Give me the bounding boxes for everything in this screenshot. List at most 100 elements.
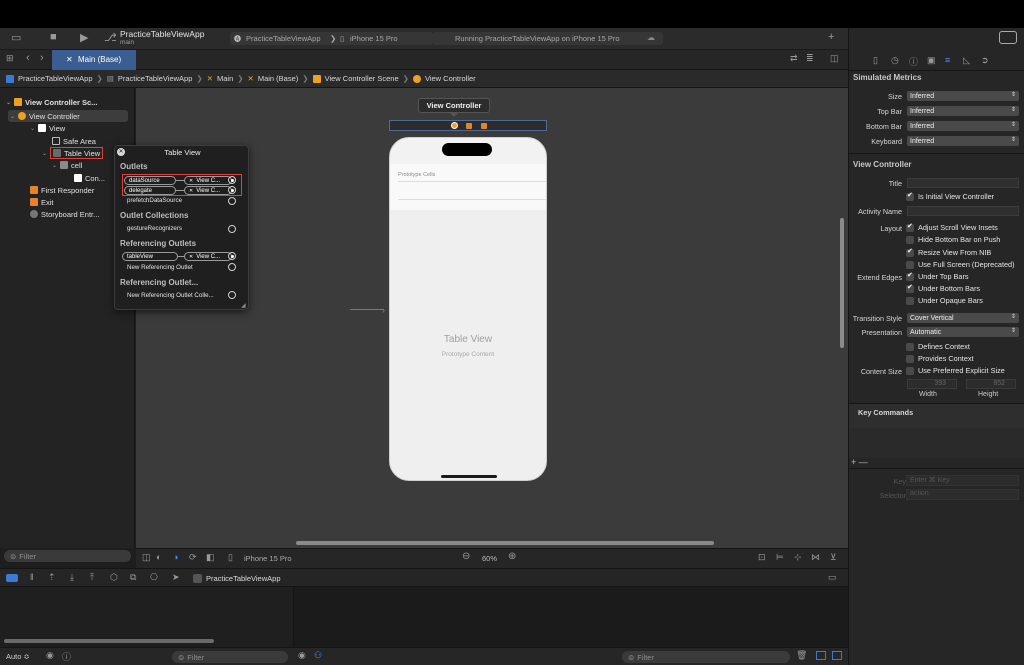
info-icon[interactable]: ⓘ <box>62 650 71 663</box>
split-right-icon[interactable] <box>832 651 842 660</box>
split-left-icon[interactable] <box>816 651 826 660</box>
tab-main-base[interactable]: ✕ Main (Base) <box>52 50 136 70</box>
key-commands-list[interactable] <box>849 428 1024 458</box>
title-field[interactable] <box>907 178 1019 188</box>
outline-item-storyboard-entry[interactable]: Storyboard Entr... <box>30 208 99 220</box>
first-responder-icon[interactable] <box>466 123 472 129</box>
chevron-down-icon[interactable]: ⌄ <box>52 162 57 169</box>
view-hierarchy-icon[interactable]: ⧉ <box>130 572 136 583</box>
connection-dot[interactable] <box>228 291 236 299</box>
connection-dot[interactable] <box>228 225 236 233</box>
preferred-size-checkbox[interactable]: Use Preferred Explicit Size <box>906 366 1005 375</box>
phone-icon[interactable]: ▯ <box>228 552 233 563</box>
under-top-bars-checkbox[interactable]: Under Top Bars <box>906 271 969 281</box>
outline-item-first-responder[interactable]: First Responder <box>30 184 94 196</box>
outline-item-cell[interactable]: ⌄ cell <box>52 159 82 171</box>
console-view[interactable] <box>293 587 848 647</box>
eye-icon[interactable]: ◉ <box>298 650 306 661</box>
top-bar-select[interactable]: Inferred ⇕ <box>907 106 1019 116</box>
vertical-scrollbar[interactable] <box>840 218 844 348</box>
horizontal-scrollbar[interactable] <box>4 639 214 643</box>
history-icon[interactable]: ◷ <box>891 55 899 66</box>
checkbox-unchecked[interactable] <box>906 296 914 305</box>
outline-item-view-controller[interactable]: ⌄ View Controller <box>8 110 128 122</box>
activity-name-field[interactable] <box>907 206 1019 216</box>
checkbox-unchecked[interactable] <box>906 235 914 244</box>
breadcrumb-folder[interactable]: PracticeTableViewApp <box>118 74 193 83</box>
checkbox-unchecked[interactable] <box>906 260 914 269</box>
full-screen-checkbox[interactable]: Use Full Screen (Deprecated) <box>906 260 1015 269</box>
step-over-icon[interactable]: ⤓ <box>70 572 74 583</box>
defines-context-checkbox[interactable]: Defines Context <box>906 342 970 351</box>
checkbox-unchecked[interactable] <box>906 354 914 363</box>
close-icon[interactable]: ✕ <box>66 55 73 64</box>
table-view[interactable] <box>390 210 546 480</box>
auto-select[interactable]: Auto ≎ <box>6 652 30 661</box>
dark-mode-icon[interactable]: ◑ <box>173 552 178 562</box>
connection-dot[interactable] <box>228 176 236 184</box>
lines-icon[interactable]: ≣ <box>806 53 814 64</box>
checkbox-checked[interactable] <box>906 283 914 293</box>
person-icon[interactable]: ⚇ <box>314 650 322 661</box>
run-icon[interactable]: ▶ <box>80 31 88 44</box>
under-opaque-bars-checkbox[interactable]: Under Opaque Bars <box>906 296 983 305</box>
tableview-referencing-outlet[interactable]: tableView <box>122 252 178 261</box>
breadcrumb-main-base[interactable]: Main (Base) <box>258 74 298 83</box>
close-icon[interactable]: ✕ <box>189 254 193 260</box>
outline-item-scene[interactable]: ⌄ View Controller Sc... <box>6 96 97 108</box>
tableview-target[interactable]: ✕ View C... <box>184 252 232 261</box>
appearance-icon[interactable]: ◐ <box>156 552 161 562</box>
location-icon[interactable]: ➤ <box>172 572 180 583</box>
align-icon[interactable]: ⊨ <box>776 552 784 563</box>
connections-icon[interactable]: ➲ <box>981 55 989 66</box>
stop-icon[interactable]: ■ <box>50 31 57 43</box>
resolve-issues-icon[interactable]: ⋈ <box>811 552 820 563</box>
variables-view[interactable] <box>0 587 293 647</box>
connection-dot[interactable] <box>228 263 236 271</box>
close-icon[interactable]: ✕ <box>189 178 193 184</box>
bottom-bar-select[interactable]: Inferred ⇕ <box>907 121 1019 131</box>
forward-icon[interactable]: › <box>40 52 44 64</box>
attributes-icon[interactable]: ≡ <box>945 55 950 65</box>
delegate-outlet[interactable]: delegate <box>124 186 176 195</box>
presentation-select[interactable]: Automatic ⇕ <box>907 327 1019 337</box>
chevron-down-icon[interactable]: ⌄ <box>30 125 35 132</box>
scheme-selector[interactable]: 🅐 PracticeTableViewApp ❯ ▯ iPhone 15 Pro <box>230 32 433 45</box>
device-label[interactable]: iPhone 15 Pro <box>244 554 292 563</box>
trash-icon[interactable]: 🗑 <box>796 650 807 661</box>
connection-dot[interactable] <box>228 197 236 205</box>
connection-dot[interactable] <box>228 186 236 194</box>
checkbox-checked[interactable] <box>906 271 914 281</box>
chevron-down-icon[interactable]: ⌄ <box>6 99 11 106</box>
initial-vc-checkbox[interactable]: Is Initial View Controller <box>906 191 994 201</box>
outline-item-safe-area[interactable]: Safe Area <box>52 135 96 147</box>
step-in-icon[interactable]: ⤒ <box>90 572 94 583</box>
keyboard-select[interactable]: Inferred ⇕ <box>907 136 1019 146</box>
add-constraints-icon[interactable]: ⊹ <box>794 552 802 563</box>
zoom-out-icon[interactable]: ⊖ <box>462 551 470 562</box>
outline-item-table-view[interactable]: ⌄ Table View <box>42 147 104 159</box>
outline-item-content-view[interactable]: Con... <box>74 172 105 184</box>
swap-icon[interactable]: ⇄ <box>790 53 798 64</box>
pause-icon[interactable]: ‖ <box>30 572 34 582</box>
adjust-insets-checkbox[interactable]: Adjust Scroll View Insets <box>906 222 998 232</box>
sidebar-toggle-icon[interactable]: ▭ <box>11 31 21 44</box>
connection-dot[interactable] <box>228 252 236 260</box>
chevron-down-icon[interactable]: ⌄ <box>10 113 15 120</box>
file-inspector-icon[interactable]: ▯ <box>873 55 878 66</box>
breadcrumb-view-controller[interactable]: View Controller <box>425 74 476 83</box>
horizontal-scrollbar[interactable] <box>296 541 714 545</box>
checkbox-unchecked[interactable] <box>906 342 914 351</box>
hide-bottom-bar-checkbox[interactable]: Hide Bottom Bar on Push <box>906 235 1000 244</box>
view-controller-icon[interactable] <box>451 122 458 129</box>
provides-context-checkbox[interactable]: Provides Context <box>906 354 974 363</box>
document-outline-icon[interactable]: ◫ <box>142 552 151 563</box>
close-icon[interactable]: ✕ <box>189 188 193 194</box>
debug-area-toggle-icon[interactable] <box>6 574 18 582</box>
iphone-frame[interactable]: Prototype Cells Table View Prototype Con… <box>389 137 547 481</box>
resize-nib-checkbox[interactable]: Resize View From NIB <box>906 247 991 257</box>
outline-filter-input[interactable]: ⊜ Filter <box>4 550 131 562</box>
delegate-target[interactable]: ✕ View C... <box>184 186 232 195</box>
breadcrumb-main[interactable]: Main <box>217 74 233 83</box>
zoom-in-icon[interactable]: ⊕ <box>508 551 516 562</box>
